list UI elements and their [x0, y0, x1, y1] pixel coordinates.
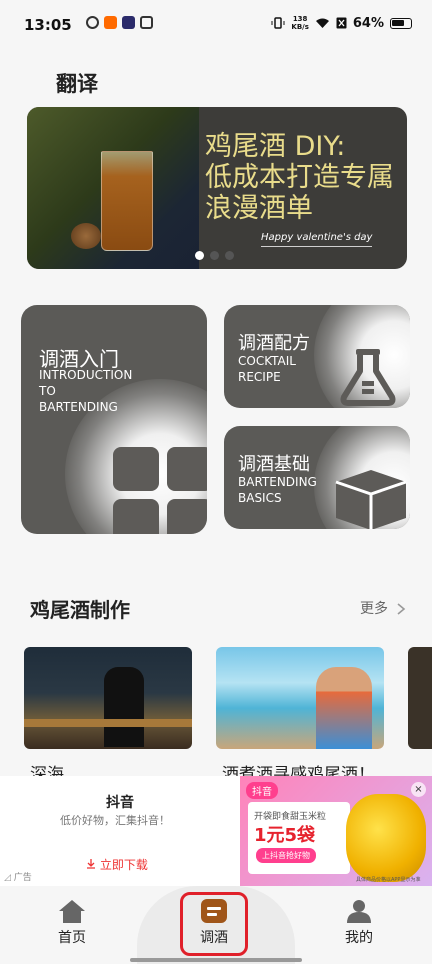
banner-subtitle: Happy valentine's day	[261, 232, 373, 247]
banner-title: 鸡尾酒 DIY: 低成本打造专属 浪漫酒单	[205, 131, 394, 224]
close-icon[interactable]: ×	[411, 782, 426, 797]
ad-price: 1元5袋	[254, 825, 316, 846]
nav-profile[interactable]: 我的	[324, 898, 394, 947]
card-title: 调酒基础	[238, 454, 310, 475]
cocktail-card-1[interactable]	[24, 647, 192, 749]
cocktail-card-2[interactable]	[216, 647, 384, 749]
card-subtitle: BARTENDING BASICS	[238, 475, 317, 505]
home-indicator	[130, 958, 302, 962]
ad-download-button[interactable]: 立即下载	[86, 856, 148, 873]
ad-footnote: 具体商品价格以APP显示为准	[356, 877, 421, 883]
battery-percent: 64%	[352, 15, 384, 31]
card-subtitle: INTRODUCTION TO BARTENDING	[39, 368, 133, 414]
vibrate-icon	[271, 17, 285, 29]
douyin-badge: 抖音	[246, 782, 278, 799]
ad-description: 低价好物，汇集抖音！	[60, 814, 170, 827]
ad-image[interactable]: 抖音 × 开袋即食甜玉米粒 1元5袋 上抖音抢好物 具体商品价格以APP显示为准	[240, 776, 432, 886]
ad-cta: 上抖音抢好物	[256, 848, 316, 863]
carousel-dot[interactable]	[195, 251, 204, 260]
ad-label: ◿ 广告	[4, 873, 32, 883]
download-icon	[87, 859, 95, 869]
banner-photo	[27, 107, 199, 269]
status-bar: 13:05 138 KB/s 64%	[0, 0, 432, 52]
no-sim-icon	[336, 17, 347, 29]
bartender-image	[104, 667, 144, 747]
video-notification-icon	[122, 16, 135, 29]
notification-icons	[86, 16, 153, 29]
home-icon	[59, 900, 85, 923]
chevron-right-icon	[397, 603, 406, 615]
section-title: 鸡尾酒制作	[30, 598, 130, 622]
nav-home[interactable]: 首页	[37, 898, 107, 947]
pinecone-image	[71, 223, 101, 249]
active-tab-highlight	[180, 892, 248, 956]
carousel-dot[interactable]	[210, 251, 219, 260]
ad-app-name: 抖音	[106, 795, 134, 811]
user-icon	[347, 900, 371, 923]
battery-icon	[390, 17, 412, 29]
status-time: 13:05	[24, 16, 72, 34]
man-image	[316, 667, 372, 749]
network-speed: 138 KB/s	[291, 15, 309, 31]
corn-image	[346, 794, 426, 882]
more-link[interactable]: 更多	[360, 598, 406, 618]
status-right: 138 KB/s 64%	[271, 15, 412, 31]
category-card-recipe[interactable]: 调酒配方 COCKTAIL RECIPE	[224, 305, 410, 408]
app-notification-icon	[86, 16, 99, 29]
taobao-notification-icon	[104, 16, 117, 29]
carousel-dots[interactable]	[195, 251, 234, 260]
wifi-icon	[315, 18, 329, 28]
carousel-dot[interactable]	[225, 251, 234, 260]
ad-signal-icon: ◿	[4, 873, 11, 883]
app-box-icon	[140, 16, 153, 29]
page-title: 翻译	[56, 72, 98, 96]
cocktail-card-3[interactable]	[408, 647, 432, 749]
card-subtitle: COCKTAIL RECIPE	[238, 354, 296, 384]
category-card-basics[interactable]: 调酒基础 BARTENDING BASICS	[224, 426, 410, 529]
category-card-intro[interactable]: 调酒入门 INTRODUCTION TO BARTENDING	[21, 305, 207, 534]
card-title: 调酒配方	[238, 333, 310, 354]
cube-icon	[335, 470, 407, 529]
cocktail-glass-image	[101, 151, 153, 251]
flask-icon	[340, 349, 396, 406]
grid-icon	[113, 447, 207, 534]
promo-banner[interactable]: 鸡尾酒 DIY: 低成本打造专属 浪漫酒单 Happy valentine's …	[27, 107, 407, 269]
